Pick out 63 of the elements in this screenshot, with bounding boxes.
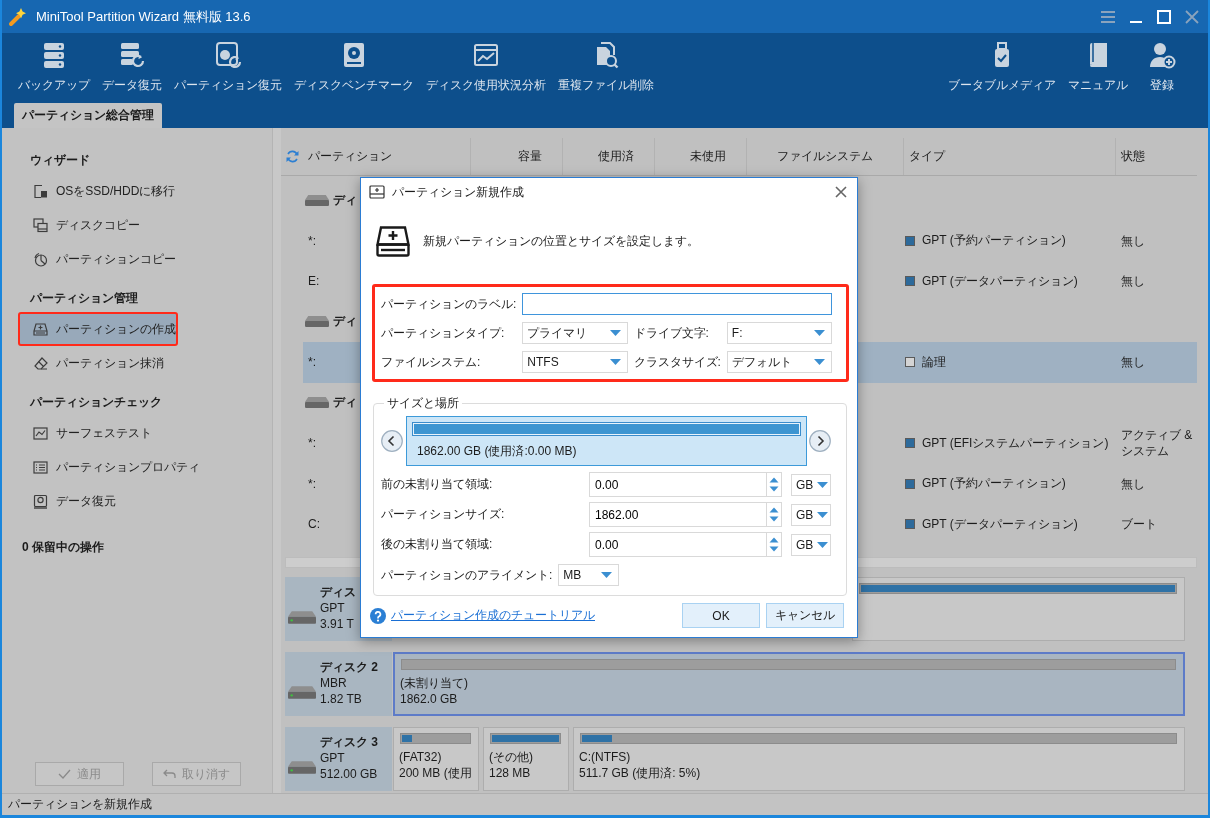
partition-label: C:(NTFS) [579,749,632,765]
disk-style: MBR [320,675,348,691]
disk-size: 3.91 T [320,616,355,632]
disk-name: ディス [320,584,356,600]
column-header: 状態 [1115,138,1197,175]
disk-name: ディ [333,313,357,331]
partition-size: 1862.0 GB [400,691,459,707]
partition-type: GPT (データパーティション) [922,515,1078,533]
disk-name: ディスク 2 [320,659,378,675]
dialog-title: パーティション新規作成 [392,183,524,201]
partition-type: GPT (予約パーティション) [922,232,1066,250]
partition-name: *: [308,232,316,249]
section-title: パーティションチェック [29,394,163,411]
partition-type: 論理 [922,353,946,371]
field-label: パーティションのラベル: [381,295,517,313]
disk-size: 512.00 GB [320,766,378,782]
field-label: パーティションサイズ: [381,506,506,523]
column-header: 未使用 [654,138,746,175]
column-header: ファイルシステム [746,138,903,175]
window-title: MiniTool Partition Wizard 無料版 13.6 [36,7,251,26]
status-text: パーティションを新規作成 [8,796,152,813]
field-label: ドライブ文字: [633,324,710,342]
field-label: クラスタサイズ: [633,353,721,371]
field-label: 前の未割り当て領域: [381,476,494,493]
partition-status: アクティブ & システム [1121,427,1194,460]
partition-name: *: [308,435,316,452]
partition-status: 無し [1121,232,1145,249]
field-label: パーティションタイプ: [381,324,506,342]
disk-size: 1.82 TB [320,691,363,707]
group-legend: サイズと場所 [384,396,462,411]
field-label: ファイルシステム: [381,353,482,371]
disk-name: ディスク 3 [320,734,378,750]
size-text: 1862.00 GB (使用済:0.00 MB) [416,443,578,460]
partition-label: (その他) [489,749,534,765]
partition-size: 200 MB (使用 [399,765,472,781]
partition-type: GPT (データパーティション) [922,272,1078,290]
partition-label: (FAT32) [399,749,443,765]
column-header: 使用済 [562,138,654,175]
partition-name: *: [308,475,316,492]
disk-style: GPT [320,750,346,766]
column-header: タイプ [903,138,1115,175]
partition-status: 無し [1121,475,1145,492]
disk-name: ディ [333,394,357,412]
partition-label: (未割り当て) [400,675,469,691]
section-title: ウィザード [29,152,91,169]
partition-name: *: [308,354,316,371]
partition-size: 128 MB [489,765,532,781]
partition-status: ブート [1121,516,1157,533]
partition-status: 無し [1121,273,1145,290]
partition-type: GPT (EFIシステムパーティション) [922,434,1109,452]
partition-name: E: [308,273,320,290]
partition-name: C: [308,516,320,533]
column-header: パーティション [308,148,392,165]
partition-size: 511.7 GB (使用済: 5%) [579,765,702,781]
partition-type: GPT (予約パーティション) [922,475,1066,493]
partition-status: 無し [1121,354,1145,371]
dialog-intro: 新規パーティションの位置とサイズを設定します。 [423,232,699,250]
pending-operations: 0 保留中の操作 [21,539,105,556]
disk-style: GPT [320,600,346,616]
disk-name: ディ [333,191,357,209]
section-title: パーティション管理 [29,290,139,307]
field-label: 後の未割り当て領域: [381,536,494,553]
column-header: 容量 [470,138,562,175]
